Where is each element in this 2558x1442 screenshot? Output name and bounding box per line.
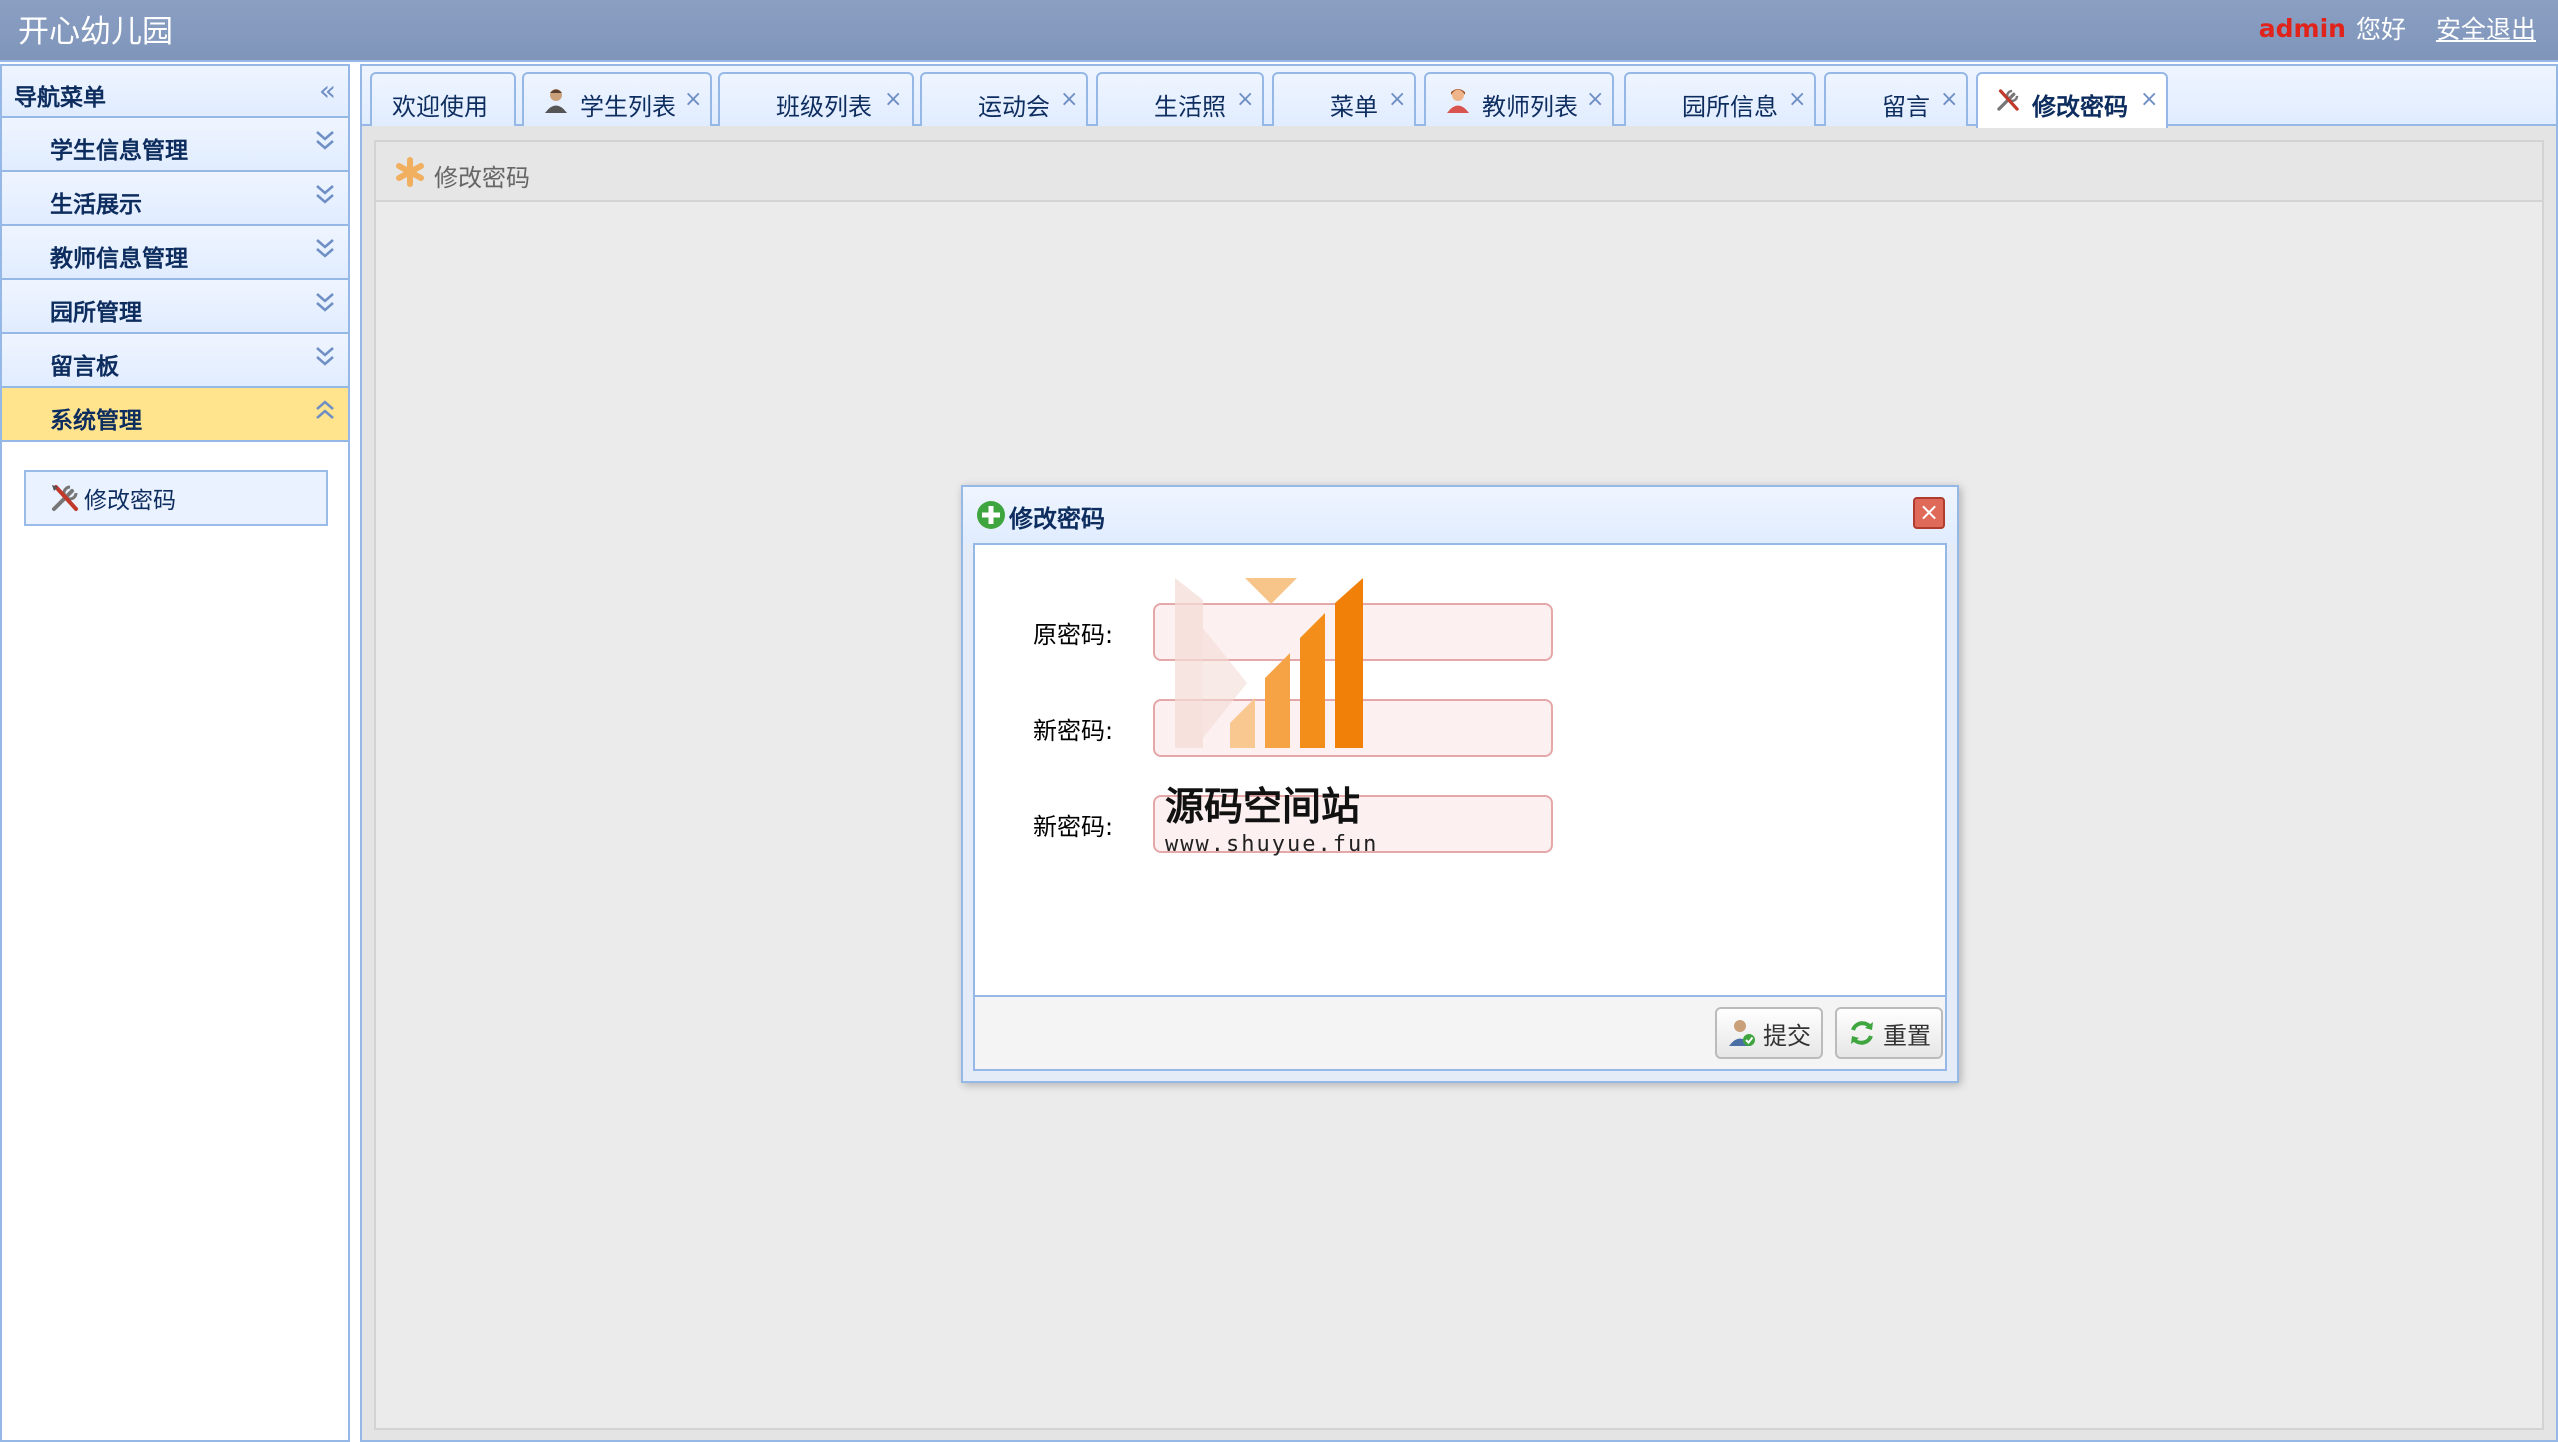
tab-close-icon[interactable]: × (884, 87, 902, 112)
dialog-footer: 提交 重置 (973, 997, 1947, 1071)
tab-close-icon[interactable]: × (1236, 87, 1254, 112)
tab-close-icon[interactable]: × (1388, 87, 1406, 112)
confirm-password-label: 新密码: (1033, 813, 1114, 841)
chevron-double-down-icon (316, 239, 334, 258)
logout-link[interactable]: 安全退出 (2436, 10, 2536, 46)
user-name: admin (2258, 13, 2346, 43)
teacher-icon (1447, 89, 1469, 113)
nav-group-label: 生活展示 (50, 192, 142, 218)
sidebar-title: 导航菜单 (14, 85, 106, 111)
close-icon[interactable]: × (1913, 497, 1945, 529)
nav-group-campus-management[interactable]: 园所管理 (2, 280, 348, 334)
student-icon (545, 89, 567, 113)
tab-label: 菜单 (1330, 93, 1378, 121)
tab-close-icon[interactable]: × (1586, 87, 1604, 112)
dialog-title: 修改密码 (1009, 505, 1105, 533)
top-header: 开心幼儿园 admin 您好 安全退出 (0, 0, 2558, 62)
chevron-double-down-icon (316, 347, 334, 366)
panel-header: 修改密码 (376, 142, 2542, 202)
chevron-double-up-icon (316, 400, 334, 419)
old-password-label: 原密码: (1033, 621, 1114, 649)
tab-label: 学生列表 (580, 93, 676, 121)
nav-group-system-management[interactable]: 系统管理 (2, 388, 348, 442)
sidebar-header: 导航菜单 « (2, 66, 348, 118)
chevron-double-down-icon (316, 293, 334, 312)
tab-class-list[interactable]: 班级列表 × (718, 72, 914, 126)
refresh-icon (1851, 1021, 1873, 1045)
app-title: 开心幼儿园 (18, 14, 173, 50)
collapse-left-icon[interactable]: « (319, 74, 336, 107)
tab-menu[interactable]: 菜单 × (1272, 72, 1416, 126)
tab-label: 修改密码 (2032, 93, 2128, 121)
tab-student-list[interactable]: 学生列表 × (522, 72, 712, 126)
tab-label: 运动会 (978, 93, 1050, 121)
nav-group-label: 园所管理 (50, 300, 142, 326)
tab-close-icon[interactable]: × (1788, 87, 1806, 112)
nav-item-change-password[interactable]: 修改密码 (24, 470, 328, 526)
tab-close-icon[interactable]: × (684, 87, 702, 112)
reset-button[interactable]: 重置 (1835, 1007, 1943, 1059)
chevron-double-down-icon (316, 185, 334, 204)
confirm-password-field[interactable] (1153, 795, 1553, 853)
change-password-dialog: 修改密码 × 原密码: 新密码: 新密码: 提交 重置 (961, 485, 1959, 1083)
nav-group-teacher-info[interactable]: 教师信息管理 (2, 226, 348, 280)
tab-label: 生活照 (1154, 93, 1226, 121)
sidebar: 导航菜单 « 学生信息管理 生活展示 教师信息管理 园所管理 留言板 系统管理 … (0, 64, 350, 1442)
tab-teacher-list[interactable]: 教师列表 × (1424, 72, 1614, 126)
new-password-field[interactable] (1153, 699, 1553, 757)
nav-group-label: 留言板 (50, 354, 119, 380)
tab-label: 留言 (1882, 93, 1930, 121)
nav-group-label: 学生信息管理 (50, 138, 188, 164)
tab-label: 园所信息 (1682, 93, 1778, 121)
asterisk-icon (396, 157, 424, 187)
dialog-body: 原密码: 新密码: 新密码: (973, 543, 1947, 997)
tools-icon (1997, 89, 2019, 111)
tab-label: 欢迎使用 (392, 93, 488, 121)
nav-sub-label: 修改密码 (84, 488, 176, 514)
tab-close-icon[interactable]: × (2140, 87, 2158, 112)
user-check-icon (1729, 1020, 1755, 1046)
tab-life-photos[interactable]: 生活照 × (1096, 72, 1264, 126)
tab-label: 班级列表 (776, 93, 872, 121)
nav-group-message-board[interactable]: 留言板 (2, 334, 348, 388)
tab-close-icon[interactable]: × (1940, 87, 1958, 112)
old-password-field[interactable] (1153, 603, 1553, 661)
greeting-text: 您好 (2355, 15, 2406, 44)
submit-label: 提交 (1763, 1021, 1811, 1050)
tab-sports-meet[interactable]: 运动会 × (920, 72, 1088, 126)
panel-title: 修改密码 (434, 164, 530, 192)
tab-campus-info[interactable]: 园所信息 × (1624, 72, 1816, 126)
tab-welcome[interactable]: 欢迎使用 (370, 72, 516, 126)
nav-group-life-display[interactable]: 生活展示 (2, 172, 348, 226)
tab-strip: 欢迎使用 学生列表 × 班级列表 × 运动会 × 生活照 × 菜单 × 教师列表… (362, 66, 2556, 128)
tab-close-icon[interactable]: × (1060, 87, 1078, 112)
chevron-double-down-icon (316, 131, 334, 150)
nav-group-label: 系统管理 (50, 408, 142, 434)
reset-label: 重置 (1883, 1021, 1931, 1050)
nav-group-label: 教师信息管理 (50, 246, 188, 272)
dialog-header[interactable]: 修改密码 × (963, 487, 1957, 543)
new-password-label: 新密码: (1033, 717, 1114, 745)
tools-icon (52, 485, 78, 511)
user-area: admin 您好 安全退出 (2259, 10, 2536, 46)
tab-change-password[interactable]: 修改密码 × (1976, 72, 2168, 128)
add-icon (977, 501, 1005, 529)
submit-button[interactable]: 提交 (1715, 1007, 1823, 1059)
tab-label: 教师列表 (1482, 93, 1578, 121)
nav-group-student-info[interactable]: 学生信息管理 (2, 118, 348, 172)
tab-messages[interactable]: 留言 × (1824, 72, 1968, 126)
